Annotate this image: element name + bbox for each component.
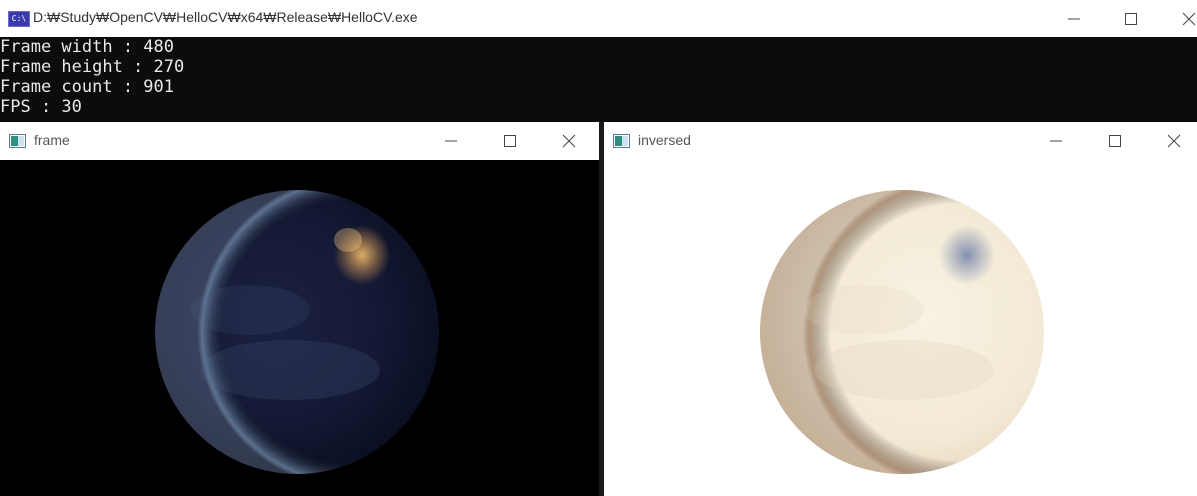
console-line-width: Frame width : 480 xyxy=(0,37,174,57)
minimize-button[interactable] xyxy=(1061,6,1087,32)
maximize-icon xyxy=(1109,135,1121,147)
frame-minimize-button[interactable] xyxy=(438,128,464,154)
maximize-button[interactable] xyxy=(1118,6,1144,32)
console-app-icon: C:\ xyxy=(8,11,30,27)
minimize-icon xyxy=(1050,140,1062,142)
earth-night-image xyxy=(0,160,599,496)
inversed-close-button[interactable] xyxy=(1161,128,1187,154)
console-line-count: Frame count : 901 xyxy=(0,77,174,97)
inversed-title: inversed xyxy=(638,132,691,148)
close-icon xyxy=(1167,134,1181,148)
minimize-icon xyxy=(445,140,457,142)
console-output: Frame width : 480 Frame height : 270 Fra… xyxy=(0,37,1197,122)
inversed-titlebar[interactable]: inversed xyxy=(604,122,1197,160)
console-title: D:₩Study₩OpenCV₩HelloCV₩x64₩Release₩Hell… xyxy=(33,9,418,25)
inversed-maximize-button[interactable] xyxy=(1102,128,1128,154)
minimize-icon xyxy=(1068,18,1080,20)
inversed-minimize-button[interactable] xyxy=(1043,128,1069,154)
console-window: C:\ D:₩Study₩OpenCV₩HelloCV₩x64₩Release₩… xyxy=(0,0,1197,122)
console-line-fps: FPS : 30 xyxy=(0,97,82,117)
maximize-icon xyxy=(1125,13,1137,25)
maximize-icon xyxy=(504,135,516,147)
inversed-window: inversed xyxy=(604,122,1197,496)
console-line-height: Frame height : 270 xyxy=(0,57,185,77)
image-window-icon xyxy=(9,134,26,148)
close-icon xyxy=(1182,12,1196,26)
close-icon xyxy=(562,134,576,148)
frame-window: frame xyxy=(0,122,599,496)
console-titlebar[interactable]: C:\ D:₩Study₩OpenCV₩HelloCV₩x64₩Release₩… xyxy=(0,0,1197,37)
earth-inverted-image xyxy=(604,160,1197,496)
frame-titlebar[interactable]: frame xyxy=(0,122,599,160)
close-button[interactable] xyxy=(1176,6,1197,32)
frame-maximize-button[interactable] xyxy=(497,128,523,154)
frame-close-button[interactable] xyxy=(556,128,582,154)
image-window-icon xyxy=(613,134,630,148)
frame-title: frame xyxy=(34,132,70,148)
